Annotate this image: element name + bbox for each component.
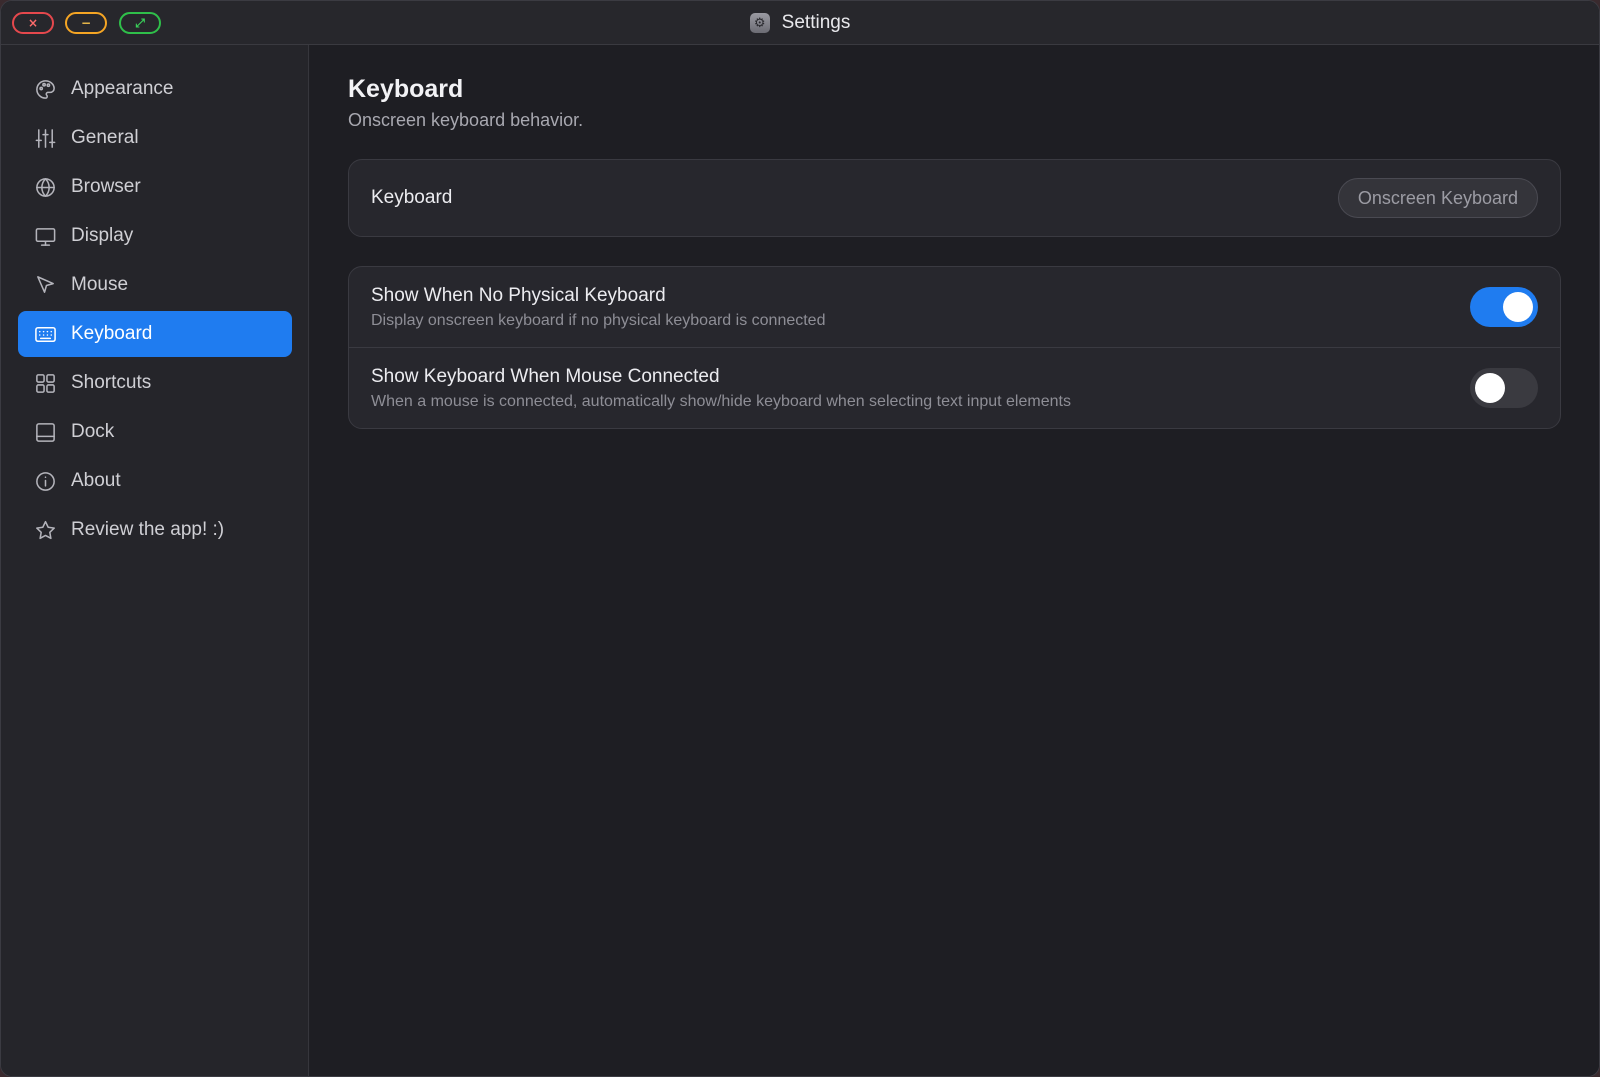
- title-bar: × − ⤢ ⚙ Settings: [1, 1, 1599, 45]
- setting-row-mouse-connected: Show Keyboard When Mouse Connected When …: [349, 348, 1560, 429]
- gear-icon: ⚙: [749, 13, 770, 33]
- sidebar-item-review[interactable]: Review the app! :): [18, 507, 292, 553]
- cursor-icon: [33, 273, 57, 297]
- sidebar-item-label: Mouse: [71, 274, 129, 295]
- sidebar-item-label: Appearance: [71, 78, 174, 99]
- sidebar-item-label: General: [71, 127, 139, 148]
- sidebar-item-appearance[interactable]: Appearance: [18, 66, 292, 112]
- sidebar-item-display[interactable]: Display: [18, 213, 292, 259]
- page-subtitle: Onscreen keyboard behavior.: [348, 110, 584, 130]
- settings-window: × − ⤢ ⚙ Settings Appearance General Brow…: [0, 0, 1600, 1077]
- dock-icon: [33, 420, 57, 444]
- setting-row-no-physical-keyboard: Show When No Physical Keyboard Display o…: [349, 267, 1560, 348]
- sidebar-item-mouse[interactable]: Mouse: [18, 262, 292, 308]
- keyboard-settings-card: Show When No Physical Keyboard Display o…: [348, 266, 1561, 429]
- keyboard-card: Keyboard Onscreen Keyboard: [348, 159, 1561, 237]
- sidebar-item-browser[interactable]: Browser: [18, 164, 292, 210]
- toggle-knob: [1475, 373, 1505, 403]
- grid-icon: [33, 371, 57, 395]
- keyboard-icon: [33, 322, 57, 346]
- toggle-knob: [1503, 292, 1533, 322]
- sliders-icon: [33, 126, 57, 150]
- keyboard-card-label: Keyboard: [371, 187, 453, 208]
- setting-description: Display onscreen keyboard if no physical…: [371, 312, 826, 329]
- sidebar-item-label: About: [71, 470, 121, 491]
- sidebar-item-label: Dock: [71, 421, 115, 442]
- sidebar-item-keyboard[interactable]: Keyboard: [18, 311, 292, 357]
- sidebar-item-label: Review the app! :): [71, 519, 225, 540]
- main-content: Keyboard Onscreen keyboard behavior. Key…: [310, 45, 1599, 1076]
- sidebar-item-general[interactable]: General: [18, 115, 292, 161]
- page-title: Keyboard: [348, 75, 464, 103]
- setting-description: When a mouse is connected, automatically…: [371, 393, 1071, 410]
- info-icon: [33, 469, 57, 493]
- sidebar-item-label: Browser: [71, 176, 141, 197]
- palette-icon: [33, 77, 57, 101]
- setting-title: Show When No Physical Keyboard: [371, 285, 666, 306]
- setting-title: Show Keyboard When Mouse Connected: [371, 366, 720, 387]
- sidebar-item-label: Keyboard: [71, 323, 153, 344]
- window-title: Settings: [781, 12, 851, 33]
- sidebar-item-about[interactable]: About: [18, 458, 292, 504]
- sidebar-item-label: Shortcuts: [71, 372, 152, 393]
- show-when-no-physical-keyboard-toggle[interactable]: [1470, 287, 1538, 327]
- sidebar-item-dock[interactable]: Dock: [18, 409, 292, 455]
- sidebar-item-label: Display: [71, 225, 134, 246]
- sidebar: Appearance General Browser Display Mouse: [1, 45, 309, 1076]
- show-keyboard-when-mouse-connected-toggle[interactable]: [1470, 368, 1538, 408]
- star-icon: [33, 518, 57, 542]
- onscreen-keyboard-button[interactable]: Onscreen Keyboard: [1337, 178, 1538, 218]
- monitor-icon: [33, 224, 57, 248]
- window-title-group: ⚙ Settings: [1, 1, 1599, 45]
- globe-icon: [33, 175, 57, 199]
- sidebar-item-shortcuts[interactable]: Shortcuts: [18, 360, 292, 406]
